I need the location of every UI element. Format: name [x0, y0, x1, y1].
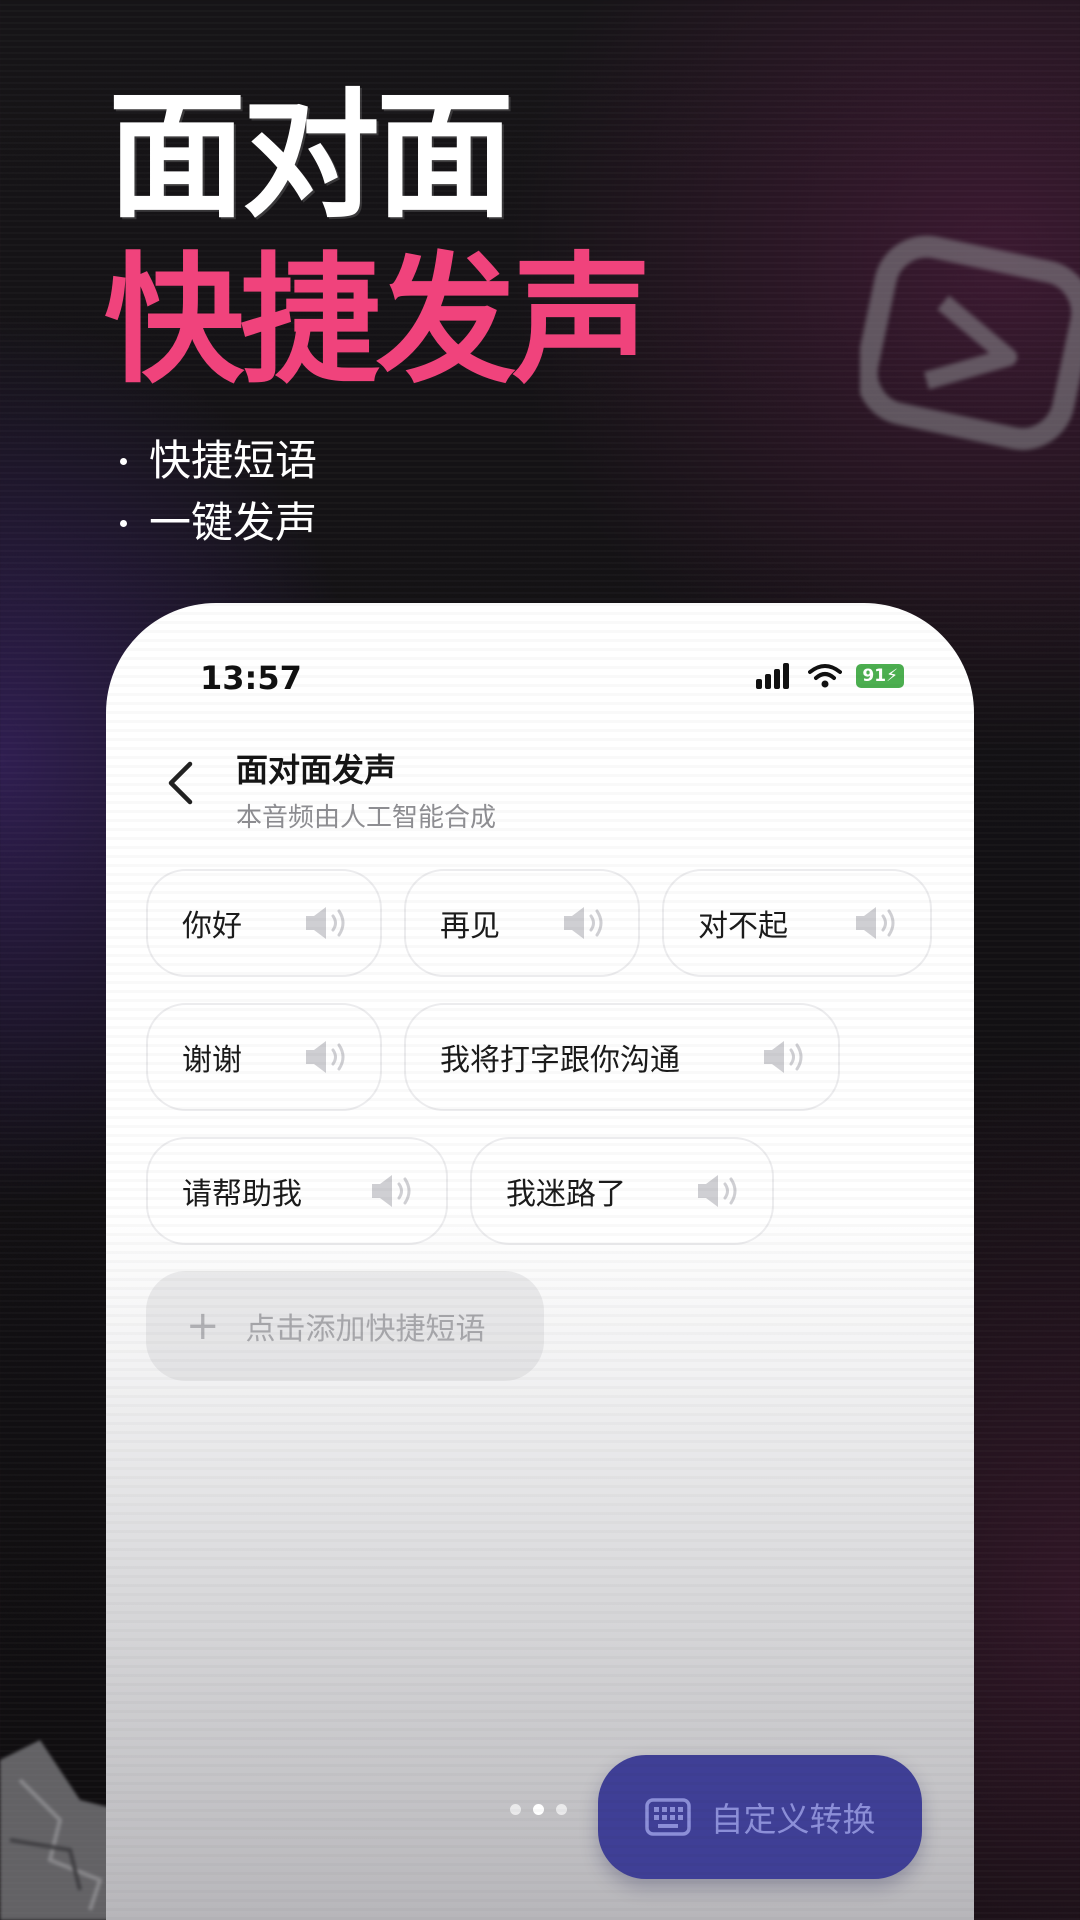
promo-headline-line1: 面对面	[108, 76, 514, 237]
bullet-dot	[120, 457, 127, 465]
phrase-label: 对不起	[698, 909, 788, 944]
phone-screen: 13:57 91⚡ 面对面发声 本音频由人工智能合成 你好 再见 对不起 谢谢 …	[106, 603, 974, 1920]
wifi-icon	[808, 664, 843, 688]
speaker-icon	[306, 1041, 345, 1073]
back-button[interactable]	[158, 753, 202, 813]
keyboard-icon	[644, 1798, 691, 1836]
phrase-label: 再见	[440, 909, 500, 944]
page-dot	[510, 1804, 521, 1815]
phrase-chip-hello[interactable]: 你好	[146, 869, 382, 977]
promo-bullet-text: 一键发声	[149, 498, 318, 547]
page-dot-active	[533, 1804, 544, 1815]
play-icon	[860, 235, 1080, 450]
phrase-chip-sorry[interactable]: 对不起	[662, 869, 932, 977]
phrase-label: 我迷路了	[506, 1177, 626, 1212]
speaker-icon	[306, 907, 345, 939]
back-arrow-icon	[168, 761, 193, 805]
status-icons: 91⚡	[756, 663, 904, 689]
promo-bullet-item: 一键发声	[120, 492, 317, 554]
phrase-chip-goodbye[interactable]: 再见	[404, 869, 640, 977]
signal-icon	[756, 663, 790, 689]
promo-bullet-list: 快捷短语 一键发声	[120, 430, 317, 554]
promo-bullet-item: 快捷短语	[120, 430, 317, 492]
phrase-label: 我将打字跟你沟通	[440, 1043, 680, 1078]
custom-convert-button[interactable]: 自定义转换	[598, 1755, 922, 1879]
page-indicator	[510, 1804, 567, 1815]
speaker-icon	[564, 907, 603, 939]
bullet-dot	[120, 519, 127, 527]
phrase-label: 你好	[182, 909, 242, 944]
speaker-icon	[856, 907, 895, 939]
phrase-chip-thanks[interactable]: 谢谢	[146, 1003, 382, 1111]
speaker-icon	[372, 1175, 411, 1207]
phrase-label: 请帮助我	[182, 1177, 302, 1212]
phrase-chip-type-to-communicate[interactable]: 我将打字跟你沟通	[404, 1003, 840, 1111]
phrase-chip-help-me[interactable]: 请帮助我	[146, 1137, 448, 1245]
battery-icon: 91⚡	[856, 664, 904, 688]
add-phrase-button[interactable]: + 点击添加快捷短语	[146, 1271, 544, 1381]
status-time: 13:57	[200, 659, 302, 697]
phrase-chip-lost[interactable]: 我迷路了	[470, 1137, 774, 1245]
plus-icon: +	[186, 1303, 220, 1349]
speaker-icon	[764, 1041, 803, 1073]
page-title: 面对面发声	[236, 751, 397, 789]
add-phrase-label: 点击添加快捷短语	[245, 1312, 486, 1347]
phrase-label: 谢谢	[182, 1043, 242, 1078]
promo-bullet-text: 快捷短语	[149, 436, 318, 485]
battery-level: 91	[862, 666, 887, 686]
promo-headline-line2: 快捷发声	[104, 240, 652, 403]
speaker-icon	[698, 1175, 737, 1207]
custom-convert-label: 自定义转换	[710, 1800, 876, 1839]
page-dot	[556, 1804, 567, 1815]
page-subtitle: 本音频由人工智能合成	[236, 803, 497, 833]
